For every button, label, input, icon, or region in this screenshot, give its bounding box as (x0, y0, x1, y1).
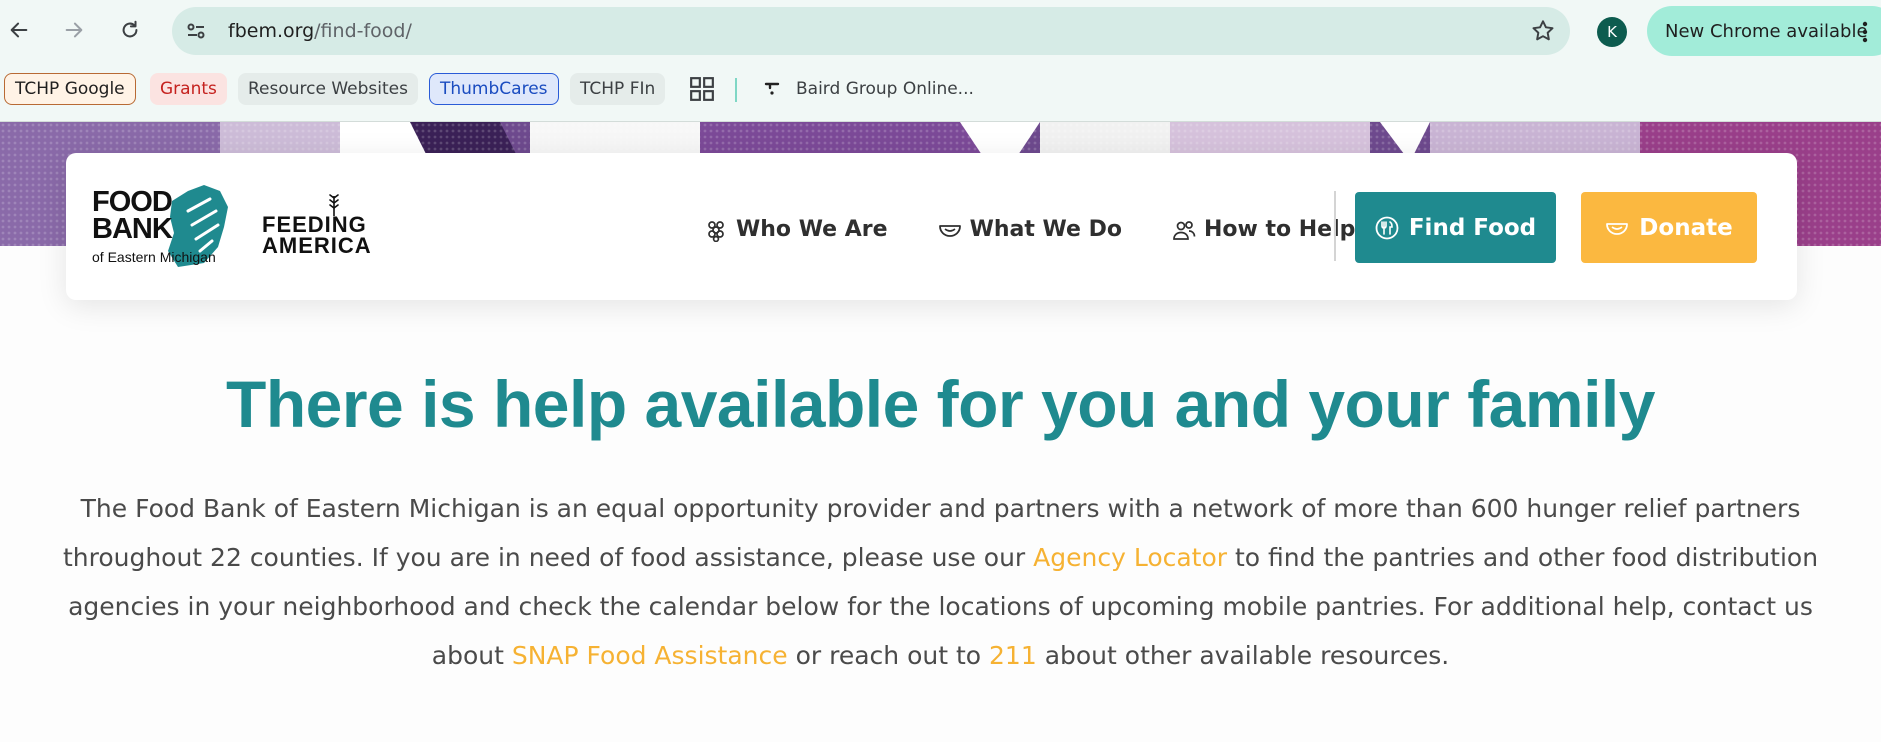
feeding-america-logo-text: FEEDING AMERICA (262, 212, 372, 258)
forward-button[interactable] (57, 13, 91, 47)
bookmark-baird-label: Baird Group Online... (796, 79, 974, 99)
nav-what-we-do-label: What We Do (969, 217, 1122, 242)
fork-knife-icon (1375, 216, 1399, 239)
grapes-icon (708, 220, 724, 242)
apps-grid-icon[interactable] (689, 76, 715, 102)
site-settings-icon[interactable] (184, 19, 208, 43)
update-label: New Chrome available (1665, 20, 1868, 42)
bowl-icon (1606, 222, 1629, 235)
food-bank-logo[interactable]: FOOD BANK of Eastern Michigan (92, 181, 232, 273)
site-header: FOOD BANK of Eastern Michigan FEEDING AMER… (66, 153, 1797, 300)
profile-avatar[interactable]: K (1597, 17, 1627, 47)
bookmark-baird-group[interactable]: Baird Group Online... (762, 73, 974, 105)
nav-who-we-are[interactable]: Who We Are (704, 217, 888, 242)
link-211[interactable]: 211 (989, 641, 1037, 670)
browser-toolbar: fbem.org/find-food/ K New Chrome availab… (0, 0, 1881, 62)
nav-how-to-help-label: How to Help (1203, 217, 1356, 242)
more-options-icon[interactable] (1862, 20, 1868, 44)
bookmark-thumbcares[interactable]: ThumbCares (429, 73, 559, 105)
bookmark-tchp-fin[interactable]: TCHP FIn (570, 73, 666, 105)
intro-text-3: or reach out to (787, 641, 990, 670)
back-button[interactable] (2, 13, 36, 47)
nav-how-to-help[interactable]: How to Help (1172, 217, 1355, 242)
baird-favicon-icon (764, 82, 780, 95)
bookmark-star-icon[interactable] (1530, 18, 1556, 44)
bookmark-grants[interactable]: Grants (150, 73, 227, 105)
header-divider (1334, 191, 1336, 261)
food-bank-logo-text: FOOD BANK (92, 186, 173, 245)
arrow-right-icon (65, 22, 83, 38)
bookmarks-divider (735, 78, 737, 102)
nav-who-we-are-label: Who We Are (736, 217, 888, 242)
address-bar[interactable]: fbem.org/find-food/ (172, 7, 1570, 55)
agency-locator-link[interactable]: Agency Locator (1033, 543, 1227, 572)
find-food-button[interactable]: Find Food (1355, 192, 1556, 263)
arrow-left-icon (10, 22, 28, 38)
url-path: /find-food/ (314, 20, 412, 42)
donate-button[interactable]: Donate (1581, 192, 1757, 263)
intro-text-4: about other available resources. (1036, 641, 1450, 670)
donate-label: Donate (1639, 214, 1733, 241)
page-title: There is help available for you and your… (226, 367, 1655, 441)
url-text: fbem.org/find-food/ (228, 20, 412, 42)
people-icon (1173, 220, 1196, 240)
food-bank-logo-subtitle: of Eastern Michigan (92, 249, 216, 265)
intro-paragraph: The Food Bank of Eastern Michigan is an … (60, 484, 1821, 680)
bookmark-tchp-google[interactable]: TCHP Google (4, 73, 136, 105)
reload-button[interactable] (113, 13, 147, 47)
reload-icon (122, 20, 138, 38)
bowl-icon (938, 224, 961, 237)
nav-what-we-do[interactable]: What We Do (938, 217, 1122, 242)
bookmark-resource-websites[interactable]: Resource Websites (238, 73, 418, 105)
main-navigation: Who We Are What We Do How to Help (704, 217, 1405, 242)
url-domain: fbem.org (228, 20, 315, 42)
snap-assistance-link[interactable]: SNAP Food Assistance (512, 641, 788, 670)
chrome-update-button[interactable]: New Chrome available (1647, 6, 1881, 56)
find-food-label: Find Food (1408, 214, 1537, 241)
feeding-america-logo[interactable]: FEEDING AMERICA (262, 194, 382, 258)
